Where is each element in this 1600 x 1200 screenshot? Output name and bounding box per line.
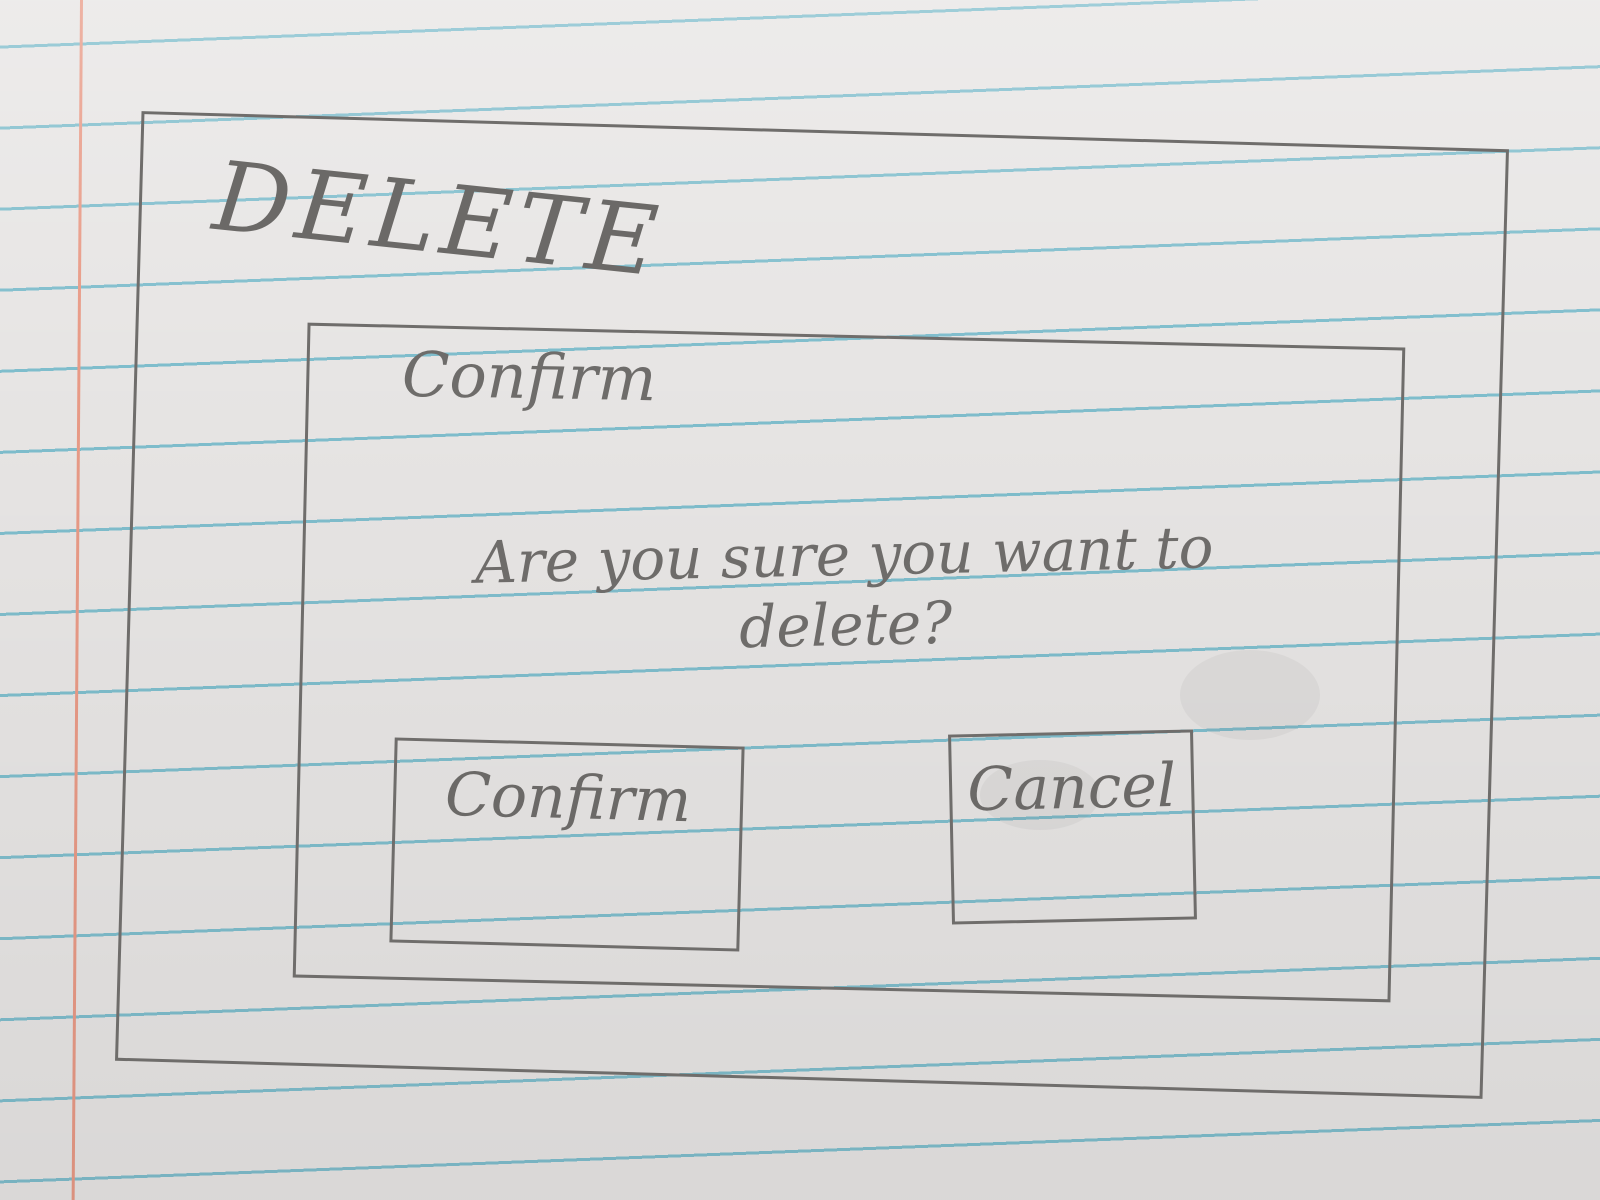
cancel-button-label: Cancel — [966, 750, 1177, 826]
confirm-button-label: Confirm — [444, 759, 693, 837]
confirm-button[interactable]: Confirm — [389, 737, 745, 952]
dialog-title: Confirm — [401, 337, 658, 416]
dialog-message: Are you sure you want to delete? — [474, 513, 1215, 662]
cancel-button[interactable]: Cancel — [948, 729, 1197, 925]
